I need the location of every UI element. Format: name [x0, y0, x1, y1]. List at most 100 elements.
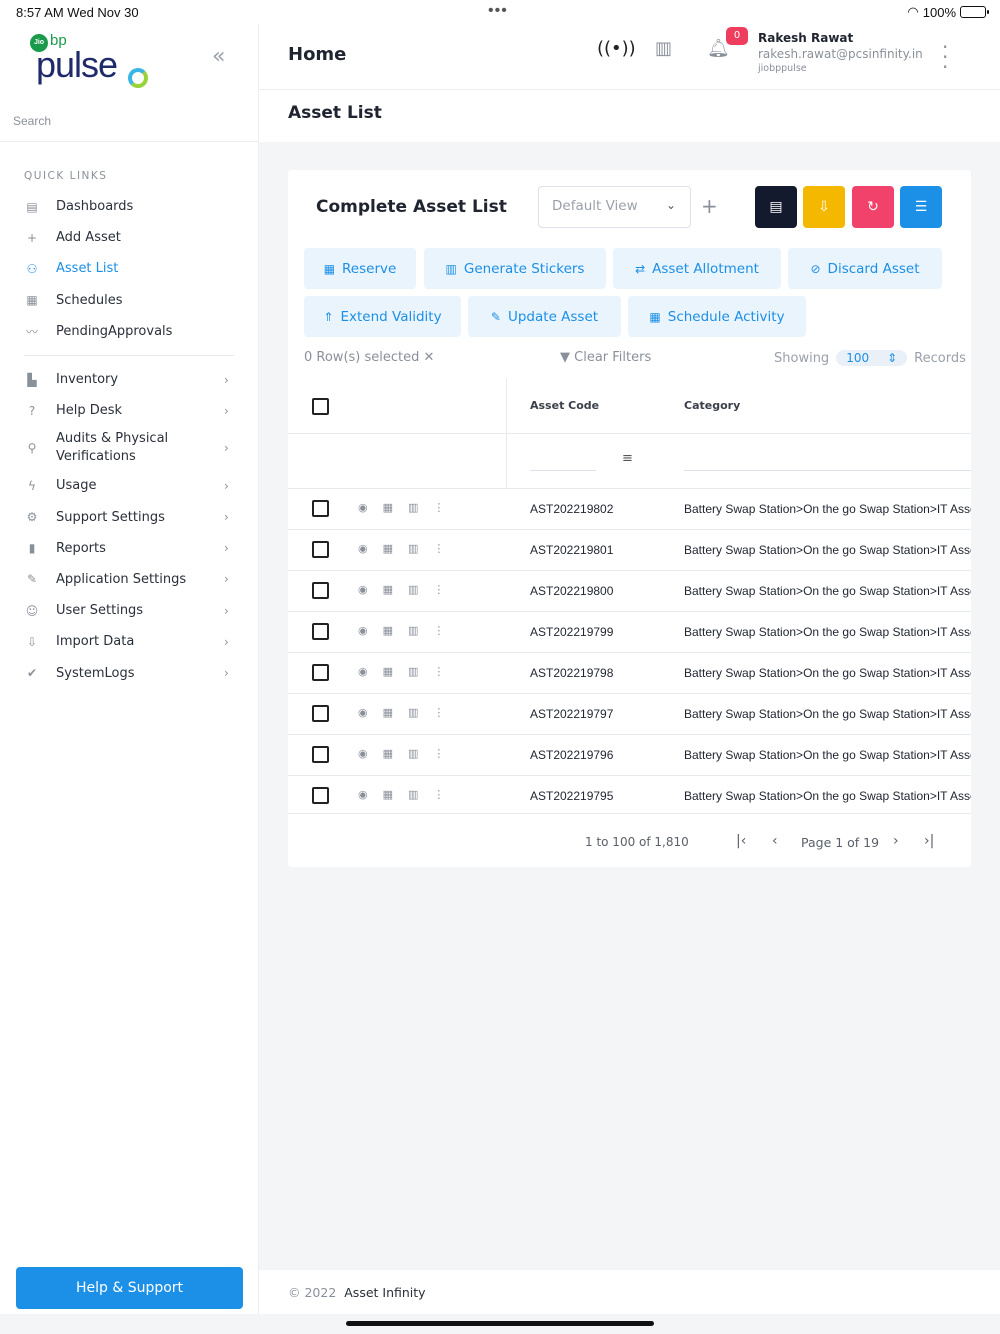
calendar-icon[interactable]: ▦	[383, 665, 393, 678]
column-header-category[interactable]: Category	[684, 399, 740, 412]
sidebar-item-inventory[interactable]: ▙ Inventory ›	[0, 364, 258, 395]
sidebar-item-schedules[interactable]: ▦ Schedules	[0, 285, 258, 316]
row-checkbox[interactable]	[312, 582, 329, 599]
select-all-checkbox[interactable]	[312, 398, 329, 415]
eye-icon[interactable]: ◉	[358, 624, 368, 637]
calendar-icon[interactable]: ▦	[383, 542, 393, 555]
table-row[interactable]: ◉ ▦ ▥ ⋮ AST202219798 Battery Swap Station>On …	[288, 653, 971, 694]
barcode-icon[interactable]: ▥	[408, 706, 418, 719]
update-asset-button[interactable]: ✎ Update Asset	[468, 296, 621, 337]
sidebar-item-reports[interactable]: ▮ Reports ›	[0, 533, 258, 564]
eye-icon[interactable]: ◉	[358, 747, 368, 760]
calendar-icon[interactable]: ▦	[383, 747, 393, 760]
barcode-icon[interactable]: ▥	[408, 542, 418, 555]
eye-icon[interactable]: ◉	[358, 706, 368, 719]
first-page-icon[interactable]: |‹	[736, 833, 746, 849]
barcode-icon[interactable]: ▥	[408, 583, 418, 596]
sidebar-item-dashboards[interactable]: ▤ Dashboards	[0, 191, 258, 222]
eye-icon[interactable]: ◉	[358, 542, 368, 555]
column-settings-button[interactable]: ☰	[900, 186, 942, 228]
sidebar-item-system-logs[interactable]: ✔ SystemLogs ›	[0, 657, 258, 688]
table-row[interactable]: ◉ ▦ ▥ ⋮ AST202219795 Battery Swap Station>On …	[288, 776, 971, 814]
barcode-icon[interactable]: ▥	[408, 747, 418, 760]
table-row[interactable]: ◉ ▦ ▥ ⋮ AST202219797 Battery Swap Station>On …	[288, 694, 971, 735]
row-checkbox[interactable]	[312, 787, 329, 804]
filter-menu-icon[interactable]: ≡	[622, 451, 633, 466]
calendar-icon[interactable]: ▦	[383, 706, 393, 719]
rfid-icon[interactable]: ((•))	[597, 38, 636, 59]
reserve-button[interactable]: ▦ Reserve	[304, 248, 416, 289]
eye-icon[interactable]: ◉	[358, 665, 368, 678]
last-page-icon[interactable]: ›|	[924, 833, 934, 849]
sidebar-item-help-desk[interactable]: ? Help Desk ›	[0, 395, 258, 426]
column-header-asset-code[interactable]: Asset Code	[530, 399, 599, 412]
chevron-right-icon: ›	[224, 634, 229, 649]
sidebar-item-user-settings[interactable]: ☺ User Settings ›	[0, 595, 258, 626]
barcode-icon[interactable]: ▥	[408, 788, 418, 801]
row-more-icon[interactable]: ⋮	[433, 706, 444, 719]
row-checkbox[interactable]	[312, 746, 329, 763]
calendar-icon[interactable]: ▦	[383, 788, 393, 801]
barcode-icon[interactable]: ▥	[408, 665, 418, 678]
table-row[interactable]: ◉ ▦ ▥ ⋮ AST202219800 Battery Swap Station>On …	[288, 571, 971, 612]
eye-icon[interactable]: ◉	[358, 788, 368, 801]
barcode-icon[interactable]: ▥	[408, 624, 418, 637]
next-page-icon[interactable]: ›	[893, 833, 899, 849]
category-filter-input[interactable]	[684, 470, 971, 471]
sidebar-item-application-settings[interactable]: ✎ Application Settings ›	[0, 564, 258, 595]
export-document-button[interactable]: ▤	[755, 186, 797, 228]
row-more-icon[interactable]: ⋮	[433, 788, 444, 801]
asset-code-filter-input[interactable]	[530, 470, 596, 471]
collapse-sidebar-icon[interactable]: «	[212, 44, 225, 69]
clear-selection-icon[interactable]: ✕	[424, 350, 435, 365]
page-size-select[interactable]: 100 ⇕	[836, 350, 908, 366]
row-more-icon[interactable]: ⋮	[433, 665, 444, 678]
sidebar-search-input[interactable]: Search	[0, 106, 258, 142]
user-profile[interactable]: Rakesh Rawat rakesh.rawat@pcsinfinity.in…	[758, 31, 923, 74]
calendar-icon[interactable]: ▦	[383, 624, 393, 637]
schedule-activity-button[interactable]: ▦ Schedule Activity	[628, 296, 806, 337]
row-more-icon[interactable]: ⋮	[433, 624, 444, 637]
barcode-icon[interactable]: ▥	[408, 501, 418, 514]
header-more-icon[interactable]: · · ·	[942, 37, 948, 77]
table-row[interactable]: ◉ ▦ ▥ ⋮ AST202219801 Battery Swap Station>On …	[288, 530, 971, 571]
eye-icon[interactable]: ◉	[358, 583, 368, 596]
calendar-icon[interactable]: ▦	[383, 501, 393, 514]
asset-allotment-button[interactable]: ⇄ Asset Allotment	[613, 248, 781, 289]
sidebar-item-add-asset[interactable]: + Add Asset	[0, 222, 258, 253]
refresh-button[interactable]: ↻	[852, 186, 894, 228]
prev-page-icon[interactable]: ‹	[772, 833, 778, 849]
row-checkbox[interactable]	[312, 705, 329, 722]
row-more-icon[interactable]: ⋮	[433, 747, 444, 760]
table-row[interactable]: ◉ ▦ ▥ ⋮ AST202219802 Battery Swap Station>On …	[288, 489, 971, 530]
sidebar-item-asset-list[interactable]: ⚇ Asset List	[0, 253, 258, 284]
download-button[interactable]: ⇩	[803, 186, 845, 228]
discard-asset-button[interactable]: ⊘ Discard Asset	[788, 248, 942, 289]
row-more-icon[interactable]: ⋮	[433, 501, 444, 514]
footer-brand[interactable]: Asset Infinity	[344, 1285, 425, 1300]
view-select[interactable]: Default View ⌄	[538, 186, 691, 228]
row-checkbox[interactable]	[312, 664, 329, 681]
sidebar-item-support-settings[interactable]: ⚙ Support Settings ›	[0, 502, 258, 533]
calendar-icon[interactable]: ▦	[383, 583, 393, 596]
sidebar-item-usage[interactable]: ϟ Usage ›	[0, 470, 258, 501]
jiobp-pulse-logo[interactable]: Jio bp pulse	[28, 32, 158, 92]
barcode-scan-icon[interactable]: ▥	[655, 38, 672, 59]
sidebar-item-pending-approvals[interactable]: 〰 PendingApprovals	[0, 316, 258, 347]
help-support-button[interactable]: Help & Support	[16, 1267, 243, 1309]
sidebar-item-import-data[interactable]: ⇩ Import Data ›	[0, 626, 258, 657]
table-row[interactable]: ◉ ▦ ▥ ⋮ AST202219799 Battery Swap Station>On …	[288, 612, 971, 653]
sidebar-item-audits[interactable]: ⚲ Audits & Physical Verifications ›	[0, 426, 258, 470]
row-more-icon[interactable]: ⋮	[433, 542, 444, 555]
table-row[interactable]: ◉ ▦ ▥ ⋮ AST202219796 Battery Swap Station>On …	[288, 735, 971, 776]
row-checkbox[interactable]	[312, 541, 329, 558]
row-more-icon[interactable]: ⋮	[433, 583, 444, 596]
sidebar-item-label: PendingApprovals	[56, 323, 173, 339]
extend-validity-button[interactable]: ⇑ Extend Validity	[304, 296, 461, 337]
row-checkbox[interactable]	[312, 623, 329, 640]
eye-icon[interactable]: ◉	[358, 501, 368, 514]
clear-filters-button[interactable]: ▼ Clear Filters	[560, 350, 651, 365]
add-view-icon[interactable]: +	[701, 194, 718, 218]
row-checkbox[interactable]	[312, 500, 329, 517]
generate-stickers-button[interactable]: ▥ Generate Stickers	[424, 248, 606, 289]
